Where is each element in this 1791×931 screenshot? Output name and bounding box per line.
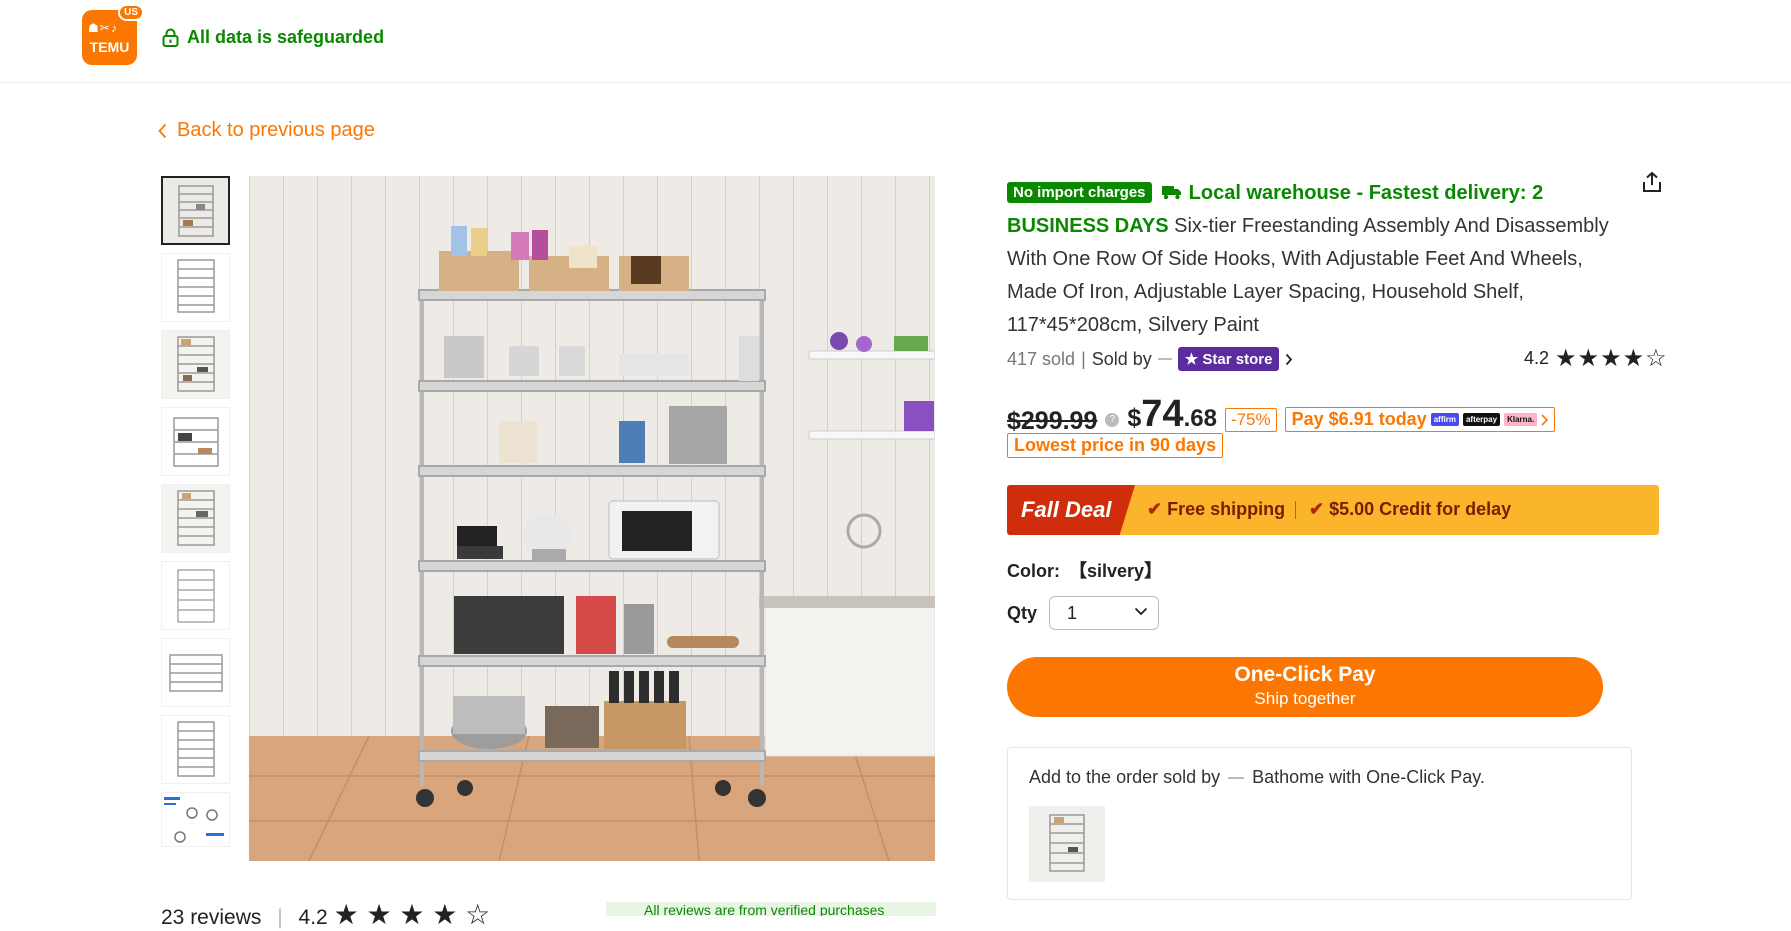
seller-row: 417 sold | Sold by ★ Star store bbox=[1007, 347, 1293, 371]
seller-logo bbox=[1228, 776, 1245, 779]
store-logo bbox=[1157, 358, 1172, 360]
chevron-right-icon bbox=[1541, 413, 1549, 426]
lowest-price-badge: Lowest price in 90 days bbox=[1007, 433, 1224, 458]
quantity-value: 1 bbox=[1067, 603, 1078, 623]
add-to-order-text: Add to the order sold by Bathome with On… bbox=[1029, 767, 1485, 788]
check-icon: ✔ bbox=[1309, 499, 1330, 519]
thumbnail-7[interactable] bbox=[161, 638, 230, 707]
safe-text: All data is safeguarded bbox=[187, 27, 385, 47]
logo-text: TEMU bbox=[89, 39, 130, 55]
rating-stars: ★★★★☆ bbox=[1555, 345, 1668, 372]
thumbnail-5[interactable] bbox=[161, 484, 230, 553]
qty-label: Qty bbox=[1007, 603, 1038, 623]
sold-by-label: Sold by bbox=[1091, 348, 1152, 369]
thumbnail-1[interactable] bbox=[161, 176, 230, 245]
main-product-image[interactable] bbox=[249, 176, 935, 861]
thumbnail-9[interactable] bbox=[161, 792, 230, 847]
perk-credit: ✔ $5.00 Credit for delay bbox=[1309, 499, 1511, 520]
thumbnail-6[interactable] bbox=[161, 561, 230, 630]
deal-title: Fall Deal bbox=[1007, 485, 1135, 535]
reviews-stars: ★ ★ ★ ★ ☆ bbox=[333, 899, 491, 930]
data-safeguarded-notice[interactable]: All data is safeguarded bbox=[162, 27, 384, 48]
afterpay-logo: afterpay bbox=[1462, 413, 1501, 426]
perk-free-shipping-label: Free shipping bbox=[1167, 499, 1286, 519]
verified-reviews-notice: All reviews are from verified purchases bbox=[606, 902, 936, 916]
price-currency: $ bbox=[1127, 404, 1142, 432]
chevron-left-icon bbox=[158, 123, 167, 138]
product-title-block: No import charges Local warehouse - Fast… bbox=[1007, 176, 1627, 342]
temu-logo[interactable]: ☗✂♪ TEMU US bbox=[82, 4, 144, 65]
original-price: $299.99 bbox=[1007, 407, 1098, 435]
top-bar: ☗✂♪ TEMU US All data is safeguarded bbox=[0, 0, 1791, 83]
no-import-badge: No import charges bbox=[1007, 182, 1152, 203]
reviews-separator: | bbox=[277, 906, 283, 929]
add-to-order-prefix: Add to the order sold by bbox=[1029, 767, 1221, 787]
sold-count: 417 sold bbox=[1007, 348, 1076, 369]
add-to-order-suffix: Bathome with One-Click Pay. bbox=[1252, 767, 1485, 787]
truck-icon bbox=[1162, 186, 1182, 200]
perk-divider bbox=[1295, 501, 1296, 519]
affirm-logo: affirm bbox=[1430, 413, 1459, 426]
one-click-pay-button[interactable]: One-Click Pay Ship together bbox=[1007, 657, 1603, 717]
rating-value: 4.2 bbox=[1524, 348, 1550, 368]
share-icon bbox=[1643, 171, 1661, 192]
price-row: $299.99 ? $74.68 -75% Pay $6.91 today af… bbox=[1007, 393, 1556, 436]
fall-deal-banner[interactable]: Fall Deal ✔ Free shipping ✔ $5.00 Credit… bbox=[1007, 485, 1659, 535]
region-badge: US bbox=[118, 4, 144, 21]
price-integer: 74 bbox=[1141, 393, 1184, 435]
color-selection: Color: 【silvery】 bbox=[1007, 557, 1162, 583]
one-click-pay-label: One-Click Pay bbox=[1234, 663, 1376, 686]
back-link[interactable]: Back to previous page bbox=[158, 119, 375, 142]
back-label: Back to previous page bbox=[177, 119, 375, 141]
sold-separator: | bbox=[1081, 348, 1086, 369]
order-item-thumbnail[interactable] bbox=[1029, 806, 1105, 882]
ship-together-label: Ship together bbox=[1254, 689, 1356, 708]
quantity-select[interactable]: 1 bbox=[1049, 596, 1159, 630]
star-store-badge[interactable]: ★ Star store bbox=[1177, 347, 1280, 371]
reviews-summary[interactable]: 23 reviews | 4.2 ★ ★ ★ ★ ☆ bbox=[161, 898, 490, 931]
share-button[interactable] bbox=[1640, 170, 1664, 199]
chevron-right-icon[interactable] bbox=[1285, 353, 1293, 366]
pay-today-label: Pay $6.91 today bbox=[1291, 409, 1427, 429]
thumbnail-4[interactable] bbox=[161, 407, 230, 476]
color-value: 【silvery】 bbox=[1069, 561, 1163, 581]
pay-today-button[interactable]: Pay $6.91 today affirm afterpay Klarna. bbox=[1284, 407, 1556, 432]
chevron-down-icon bbox=[1134, 607, 1148, 616]
discount-badge: -75% bbox=[1224, 408, 1277, 432]
perk-credit-label: $5.00 Credit for delay bbox=[1329, 499, 1512, 519]
klarna-logo: Klarna. bbox=[1504, 413, 1538, 426]
thumbnail-2[interactable] bbox=[161, 253, 230, 322]
reviews-count: 23 reviews bbox=[161, 906, 262, 929]
thumbnail-3[interactable] bbox=[161, 330, 230, 399]
perk-free-shipping: ✔ Free shipping bbox=[1147, 499, 1285, 520]
reviews-rating: 4.2 bbox=[298, 906, 328, 929]
check-icon: ✔ bbox=[1147, 499, 1168, 519]
price-info-icon[interactable]: ? bbox=[1105, 413, 1120, 427]
color-label: Color: bbox=[1007, 561, 1060, 581]
current-price: $74.68 bbox=[1127, 393, 1217, 436]
logo-glyphs: ☗✂♪ bbox=[88, 21, 118, 35]
verified-reviews-text: All reviews are from verified purchases bbox=[644, 902, 885, 916]
add-to-order-panel: Add to the order sold by Bathome with On… bbox=[1007, 747, 1632, 900]
price-cents: .68 bbox=[1183, 405, 1217, 432]
star-store-label: Star store bbox=[1202, 351, 1273, 368]
lock-icon bbox=[162, 28, 179, 47]
thumbnail-8[interactable] bbox=[161, 715, 230, 784]
product-rating[interactable]: 4.2 ★★★★☆ bbox=[1524, 344, 1668, 373]
